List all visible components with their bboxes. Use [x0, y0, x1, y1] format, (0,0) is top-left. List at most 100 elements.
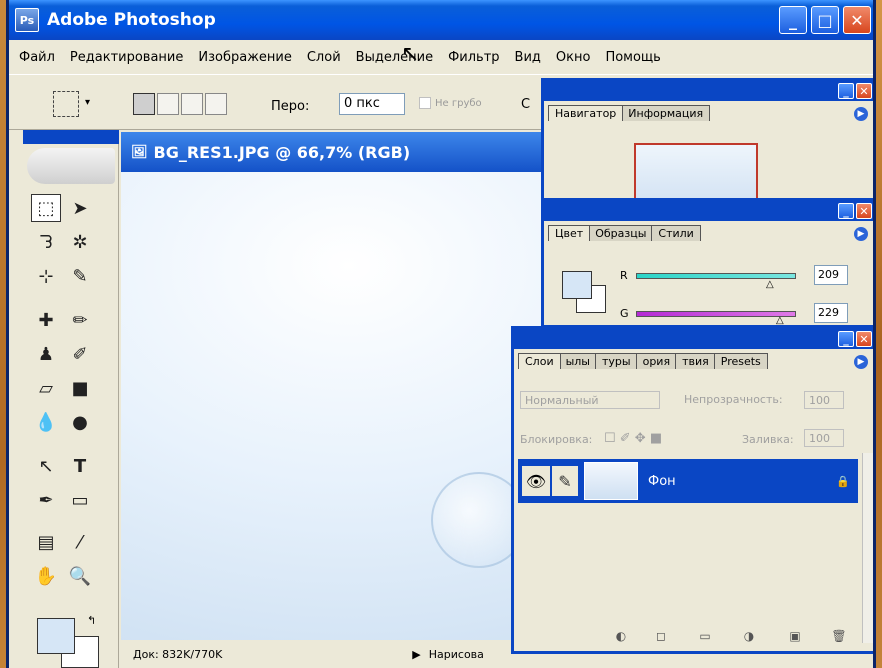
- magic-wand-icon[interactable]: ✲: [65, 228, 95, 256]
- photoshop-window: Ps Adobe Photoshop _ □ ✕ Файл Редактиров…: [6, 0, 876, 668]
- antialias-label: Не грубо: [435, 97, 482, 109]
- swap-colors-icon[interactable]: ↰: [87, 614, 96, 627]
- layer-style-icon[interactable]: ◐: [610, 627, 632, 645]
- slice-tool-icon[interactable]: ✎: [65, 262, 95, 290]
- type-tool-icon[interactable]: T: [65, 452, 95, 480]
- menu-help[interactable]: Помощь: [605, 50, 660, 65]
- shape-tool-icon[interactable]: ▭: [65, 486, 95, 514]
- g-value-input[interactable]: 229: [814, 303, 848, 323]
- eye-icon[interactable]: 👁: [522, 466, 550, 496]
- layer-row-background[interactable]: 👁 ✎ Фон 🔒: [518, 459, 858, 503]
- maximize-button[interactable]: □: [811, 6, 839, 34]
- eraser-tool-icon[interactable]: ▱: [31, 374, 61, 402]
- tab-swatches[interactable]: Образцы: [588, 225, 654, 241]
- app-title: Adobe Photoshop: [47, 10, 216, 30]
- lock-icons[interactable]: ☐ ✐ ✥ ■: [604, 431, 662, 446]
- close-icon[interactable]: ✕: [856, 331, 872, 347]
- navigator-titlebar[interactable]: _ ✕: [544, 81, 873, 101]
- tab-info[interactable]: Информация: [621, 105, 711, 121]
- close-icon[interactable]: ✕: [856, 83, 872, 99]
- pen-tool-icon[interactable]: ✒: [31, 486, 61, 514]
- tab-paths[interactable]: туры: [595, 353, 638, 369]
- brush-link-icon[interactable]: ✎: [552, 466, 578, 496]
- trash-icon[interactable]: 🗑: [828, 627, 850, 645]
- rect-marquee-icon[interactable]: ⬚: [31, 194, 61, 222]
- menu-filter[interactable]: Фильтр: [448, 50, 499, 65]
- zoom-tool-icon[interactable]: 🔍: [65, 562, 95, 590]
- blur-tool-icon[interactable]: 💧: [31, 408, 61, 436]
- eyedropper-icon[interactable]: ⁄: [65, 528, 95, 556]
- add-selection-icon[interactable]: [157, 93, 179, 115]
- menu-view[interactable]: Вид: [515, 50, 541, 65]
- menu-image[interactable]: Изображение: [198, 50, 291, 65]
- foreground-color-swatch[interactable]: [37, 618, 75, 654]
- palette-menu-icon[interactable]: ▶: [854, 227, 868, 241]
- menu-select[interactable]: Выделение: [356, 50, 433, 65]
- tab-channels[interactable]: ылы: [558, 353, 597, 369]
- blend-mode-select[interactable]: Нормальный: [520, 391, 660, 409]
- minimize-icon[interactable]: _: [838, 331, 854, 347]
- layers-scrollbar[interactable]: [862, 453, 873, 643]
- antialias-checkbox[interactable]: Не грубо: [419, 97, 482, 109]
- menu-file[interactable]: Файл: [19, 50, 55, 65]
- brush-tool-icon[interactable]: ✏: [65, 306, 95, 334]
- menu-window[interactable]: Окно: [556, 50, 591, 65]
- status-arrow-icon[interactable]: ▶: [412, 648, 420, 661]
- menu-edit[interactable]: Редактирование: [70, 50, 183, 65]
- opacity-input[interactable]: 100: [804, 391, 844, 409]
- fg-color-box[interactable]: [562, 271, 592, 299]
- tab-styles[interactable]: Стили: [651, 225, 701, 241]
- clone-stamp-icon[interactable]: ♟: [31, 340, 61, 368]
- layer-name: Фон: [648, 473, 676, 489]
- document-title: BG_RES1.JPG @ 66,7% (RGB): [153, 142, 411, 162]
- palette-menu-icon[interactable]: ▶: [854, 107, 868, 121]
- style-label: С: [521, 97, 531, 112]
- tab-history[interactable]: ория: [635, 353, 678, 369]
- g-slider-handle-icon[interactable]: △: [776, 315, 784, 325]
- history-brush-icon[interactable]: ✐: [65, 340, 95, 368]
- dodge-tool-icon[interactable]: ●: [65, 408, 95, 436]
- move-tool-icon[interactable]: ➤: [65, 194, 95, 222]
- path-select-icon[interactable]: ↖: [31, 452, 61, 480]
- adobe-feather-logo[interactable]: [27, 148, 115, 184]
- new-layer-icon[interactable]: ▣: [784, 627, 806, 645]
- navigator-palette: _ ✕ Навигатор Информация ▶: [541, 78, 873, 218]
- lock-icon: 🔒: [836, 474, 850, 488]
- notes-tool-icon[interactable]: ▤: [31, 528, 61, 556]
- tab-navigator[interactable]: Навигатор: [548, 105, 624, 121]
- menubar: Файл Редактирование Изображение Слой Выд…: [9, 40, 873, 74]
- color-titlebar[interactable]: _ ✕: [544, 201, 873, 221]
- minimize-icon[interactable]: _: [838, 83, 854, 99]
- feather-input[interactable]: 0 пкс: [339, 93, 405, 115]
- minimize-button[interactable]: _: [779, 6, 807, 34]
- app-titlebar[interactable]: Ps Adobe Photoshop _ □ ✕: [9, 0, 873, 40]
- tab-layers[interactable]: Слои: [518, 353, 561, 369]
- gradient-tool-icon[interactable]: ■: [65, 374, 95, 402]
- crop-tool-icon[interactable]: ⊹: [31, 262, 61, 290]
- toolbox-handle[interactable]: [23, 130, 119, 144]
- close-icon[interactable]: ✕: [856, 203, 872, 219]
- close-button[interactable]: ✕: [843, 6, 871, 34]
- layer-mask-icon[interactable]: ◻: [650, 627, 672, 645]
- minimize-icon[interactable]: _: [838, 203, 854, 219]
- subtract-selection-icon[interactable]: [181, 93, 203, 115]
- r-value-input[interactable]: 209: [814, 265, 848, 285]
- preset-dropdown-icon[interactable]: ▾: [85, 97, 90, 108]
- tab-color[interactable]: Цвет: [548, 225, 591, 241]
- lasso-tool-icon[interactable]: ᘊ: [31, 228, 61, 256]
- healing-brush-icon[interactable]: ✚: [31, 306, 61, 334]
- layers-titlebar[interactable]: _ ✕: [514, 329, 873, 349]
- r-slider-handle-icon[interactable]: △: [766, 279, 774, 290]
- tab-actions[interactable]: твия: [675, 353, 716, 369]
- fill-input[interactable]: 100: [804, 429, 844, 447]
- palette-menu-icon[interactable]: ▶: [854, 355, 868, 369]
- marquee-preset-icon[interactable]: [53, 91, 79, 117]
- adjustment-layer-icon[interactable]: ◑: [738, 627, 760, 645]
- intersect-selection-icon[interactable]: [205, 93, 227, 115]
- new-set-icon[interactable]: ▭: [694, 627, 716, 645]
- tab-presets[interactable]: Presets: [713, 353, 768, 369]
- g-slider[interactable]: [636, 311, 796, 317]
- menu-layer[interactable]: Слой: [307, 50, 341, 65]
- hand-tool-icon[interactable]: ✋: [31, 562, 61, 590]
- new-selection-icon[interactable]: [133, 93, 155, 115]
